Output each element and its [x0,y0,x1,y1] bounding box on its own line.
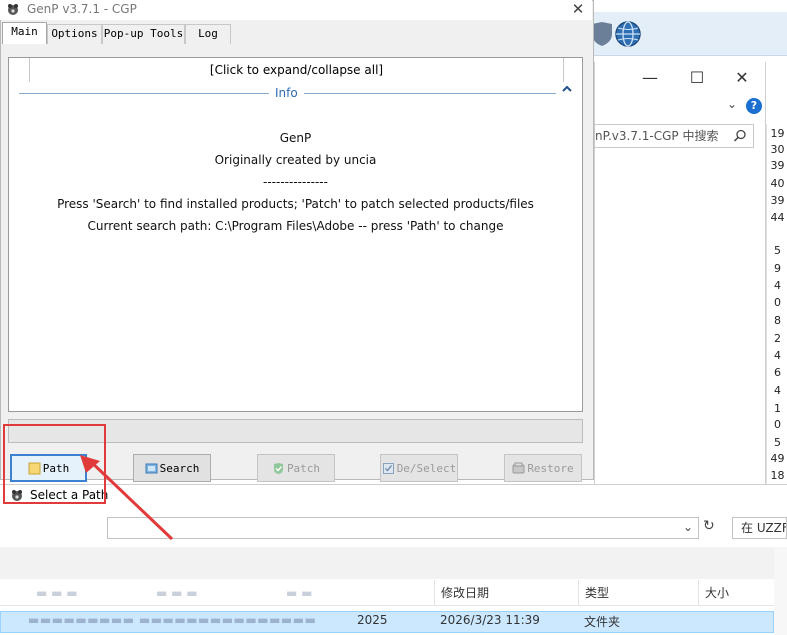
background-number: 0 [774,418,781,431]
background-number: 5 [774,244,781,257]
column-header-name[interactable]: ▬ ▬ ▬ [30,580,140,606]
info-line-search-path: Current search path: C:\Program Files\Ad… [87,219,504,233]
chevron-down-icon[interactable]: ⌄ [683,520,693,534]
deselect-button-label: De/Select [396,461,457,475]
address-bar[interactable] [107,517,699,539]
restore-button-label: Restore [527,461,574,475]
info-line-credit: Originally created by uncia [214,153,377,167]
background-number: 6 [774,366,781,379]
refresh-icon[interactable]: ↻ [703,518,715,534]
app-icon [8,4,18,15]
minimize-button[interactable]: — [635,66,665,90]
background-number: 4 [774,279,781,292]
tab-popup-tools[interactable]: Pop-up Tools [102,24,185,44]
background-number: 40 [770,177,785,190]
main-panel: [Click to expand/collapse all] Info GenP… [8,57,583,412]
column-header-size[interactable]: 大小 [698,580,774,606]
window-title: GenP v3.7.1 - CGP [27,2,137,16]
background-number: 39 [770,194,785,207]
column-header-blurred: ▬ ▬ ▬ [156,586,198,600]
background-number: 1 [774,402,781,415]
background-number: 4 [774,384,781,397]
column-header-blurred: ▬ ▬ [286,586,313,600]
background-toolbar [592,12,787,56]
info-section-label[interactable]: Info [269,86,304,100]
dialog-search-input[interactable]: 在 UZZF [732,517,787,539]
background-number: 0 [774,296,781,309]
explorer-search-placeholder: nP.v3.7.1-CGP 中搜索 [595,129,719,143]
row-date: 2026/3/23 11:39 [440,613,540,627]
tab-log[interactable]: Log [185,24,231,44]
search-icon[interactable] [733,129,747,143]
column-header-type[interactable]: 类型 [578,580,698,606]
help-icon[interactable]: ? [746,98,762,114]
restore-icon [512,462,525,473]
background-number: 30 [770,143,785,156]
maximize-button[interactable]: ☐ [682,66,712,90]
info-line-instructions: Press 'Search' to find installed product… [57,197,534,211]
globe-icon[interactable] [614,20,642,48]
row-name-blurred: ▬▬▬▬▬▬▬▬▬ ▬▬▬▬▬▬▬▬▬▬▬▬▬▬▬ [28,613,317,627]
patch-button[interactable]: Patch [257,454,335,482]
tab-options[interactable]: Options [47,24,102,44]
background-number: 5 [774,436,781,449]
info-line-separator: --------------- [263,175,328,189]
row-name-suffix: 2025 [357,613,388,627]
tab-main[interactable]: Main [2,22,47,44]
tab-bar: Main Options Pop-up Tools Log [0,22,592,44]
background-number: 49 [770,452,785,465]
genp-title-bar[interactable]: GenP v3.7.1 - CGP ✕ [0,0,592,20]
restore-button[interactable]: Restore [504,454,582,482]
patch-button-label: Patch [286,461,321,475]
info-line-title: GenP [279,131,312,145]
background-number: 4 [774,349,781,362]
dialog-toolbar [0,547,787,579]
annotation-arrow-icon [80,455,174,541]
close-button[interactable]: ✕ [566,0,590,19]
expand-collapse-toggle[interactable]: [Click to expand/collapse all] [29,58,564,82]
checkbox-icon [382,462,394,474]
chevron-down-icon[interactable]: ⌄ [727,97,737,111]
background-number: 9 [774,262,781,275]
column-header-date[interactable]: 修改日期 [434,580,578,606]
background-number: 44 [770,211,785,224]
background-number: 39 [770,159,785,172]
row-type: 文件夹 [584,615,621,629]
shield-check-icon [273,462,283,474]
scrollbar[interactable] [774,547,787,635]
background-number: 8 [774,314,781,327]
background-number: 19 [770,127,785,140]
background-number: 2 [774,332,781,345]
close-button[interactable]: ✕ [727,66,757,90]
background-number: 18 [770,469,785,482]
background-number-column: 19 30 39 40 39 44 5 9 4 0 8 2 4 6 4 1 0 5 49 18 [766,124,787,484]
deselect-button[interactable]: De/Select [380,454,458,482]
dialog-search-placeholder: 在 UZZF [741,521,787,535]
explorer-search-input[interactable]: nP.v3.7.1-CGP 中搜索 [594,124,754,148]
chevron-up-icon[interactable] [562,84,572,94]
